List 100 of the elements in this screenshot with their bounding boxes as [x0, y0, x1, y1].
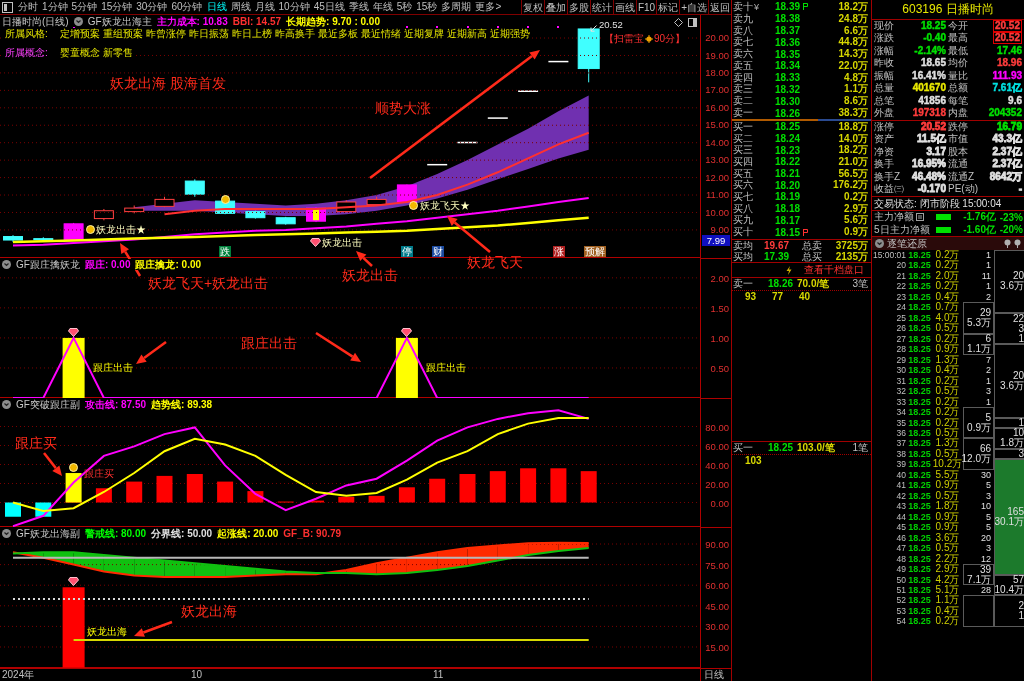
field-label: 总额 — [948, 82, 969, 95]
period-tab[interactable]: 60分钟 — [169, 0, 205, 14]
tick-price: 18.25 — [907, 532, 932, 544]
bid-price: 18.17 — [775, 214, 802, 226]
tick-time: 42 — [895, 490, 907, 502]
field-value: 20.52 — [920, 121, 946, 132]
indicator-value: GF_B: 90.79 — [283, 528, 342, 539]
field-value: 111.93 — [992, 70, 1022, 81]
tick-price: 18.25 — [907, 501, 932, 512]
period-tab[interactable]: 月线 — [252, 0, 277, 14]
toolbar-button[interactable]: +自选 — [679, 0, 708, 14]
tick-time: 41 — [895, 480, 907, 491]
period-tab[interactable]: 15分钟 — [99, 0, 135, 14]
ask-price: 18.38 — [775, 13, 802, 25]
ask-label: 卖二 — [732, 94, 754, 108]
ask-volume: 8.6万 — [843, 94, 869, 108]
indicator-name: GF妖龙出海副 — [16, 528, 80, 539]
ask-volume: 38.3万 — [837, 106, 869, 121]
tick-count: 1 — [985, 260, 992, 271]
tick-volume: 1.3万 — [934, 438, 961, 449]
period-tab[interactable]: 多周期 — [439, 0, 474, 14]
tick-count: 1 — [985, 281, 992, 292]
queue-size: 93 — [745, 291, 758, 303]
field-label: 现价 — [874, 20, 895, 32]
period-tab[interactable]: 季线 — [346, 0, 371, 14]
group-count: 39 — [979, 564, 991, 575]
queue-label: 卖一 — [732, 278, 754, 290]
tick-count: 12 — [980, 553, 992, 565]
tick-time: 34 — [895, 407, 907, 418]
chevron-circle-icon — [73, 17, 83, 26]
toolbar-button[interactable]: 叠加 — [543, 0, 567, 14]
period-tab[interactable]: 年线 — [370, 0, 395, 14]
tick-price: 18.25 — [907, 553, 932, 565]
field-value: 43.3亿 — [992, 133, 1022, 144]
tick-time: 39 — [895, 459, 907, 470]
period-tab[interactable]: 分时 — [16, 0, 40, 14]
toolbar-button[interactable]: 多股 — [566, 0, 590, 14]
period-tab[interactable]: 周线 — [228, 0, 253, 14]
summary-value: 2135万 — [834, 251, 869, 262]
field-label: 涨跌 — [874, 32, 895, 45]
tick-volume: 5.1万 — [934, 585, 961, 596]
toolbar-button[interactable]: 返回 — [708, 0, 731, 14]
depth-link[interactable]: 查看千档盘口 — [804, 264, 864, 276]
tick-price: 18.25 — [907, 469, 932, 481]
period-tab[interactable]: 5秒 — [394, 0, 415, 14]
toolbar-button[interactable]: F10 — [635, 0, 657, 14]
block-text: 2 — [1018, 601, 1024, 612]
tick-price: 18.25 — [907, 365, 932, 376]
axis-label: 20.00 — [705, 32, 729, 43]
period-tab[interactable]: 日线 — [204, 0, 229, 14]
summary-label: 卖均 — [732, 240, 754, 251]
tick-volume: 3.6万 — [934, 532, 961, 544]
tick-time: 52 — [895, 595, 907, 606]
ask-volume: 4.8万 — [843, 71, 869, 84]
tick-price: 18.25 — [907, 281, 932, 292]
axis-label: 40.00 — [705, 459, 729, 471]
period-tab[interactable]: 15秒 — [414, 0, 440, 14]
tick-volume: 0.5万 — [934, 323, 961, 334]
tick-time: 47 — [895, 543, 907, 554]
tick-time: 44 — [895, 511, 907, 523]
tick-volume: 5.5万 — [934, 469, 960, 481]
block-text: 57 — [1012, 575, 1024, 585]
tick-count: 30 — [980, 469, 992, 481]
toolbar-button[interactable]: 标记 — [656, 0, 680, 14]
tick-price: 18.25 — [907, 396, 932, 408]
toolbar-button[interactable]: 复权 — [520, 0, 544, 14]
block-text: 3.6万 — [1000, 380, 1024, 391]
ask-volume: 44.8万 — [837, 36, 869, 49]
block-text: 10.4万 — [994, 585, 1024, 595]
period-tab[interactable]: 10分钟 — [276, 0, 312, 14]
tick-time: 25 — [895, 312, 907, 324]
field-value: 2.37亿 — [992, 146, 1022, 157]
tick-price: 18.25 — [907, 270, 932, 282]
toolbar-button[interactable]: 画线 — [612, 0, 636, 14]
tick-price: 18.25 — [907, 522, 932, 533]
tick-time: 37 — [895, 438, 907, 449]
period-tab[interactable]: 更多> — [473, 0, 504, 14]
period-tab[interactable]: 30分钟 — [134, 0, 170, 14]
bid-label: 买五 — [732, 167, 754, 179]
ask-price: 18.33 — [775, 72, 802, 84]
toolbar-button[interactable]: 统计 — [589, 0, 613, 14]
period-tab[interactable]: 1分钟 — [40, 0, 70, 14]
tick-volume: 0.2万 — [934, 281, 961, 292]
indicator-value: BBI: 14.57 — [232, 16, 282, 27]
axis-label: 15.00 — [705, 119, 729, 131]
tick-price: 18.25 — [907, 616, 932, 627]
tick-price: 18.25 — [907, 595, 932, 606]
queue-size: 77 — [772, 291, 785, 303]
panel-icon — [688, 18, 697, 27]
annotation-text: 妖龙飞天 — [467, 254, 523, 270]
block-text: 22 — [1012, 313, 1024, 324]
signal-label: 跟庄买 — [83, 468, 114, 480]
ask-volume: 1.1万 — [843, 83, 869, 96]
queue-label: 买一 — [732, 442, 754, 454]
axis-label: 20.00 — [705, 478, 729, 490]
block-text: 1 — [1018, 333, 1024, 344]
axis-label: 0.00 — [710, 497, 729, 509]
axis-label: 1.00 — [710, 332, 729, 344]
period-tab[interactable]: 5分钟 — [69, 0, 100, 14]
period-tab[interactable]: 45日线 — [311, 0, 347, 14]
